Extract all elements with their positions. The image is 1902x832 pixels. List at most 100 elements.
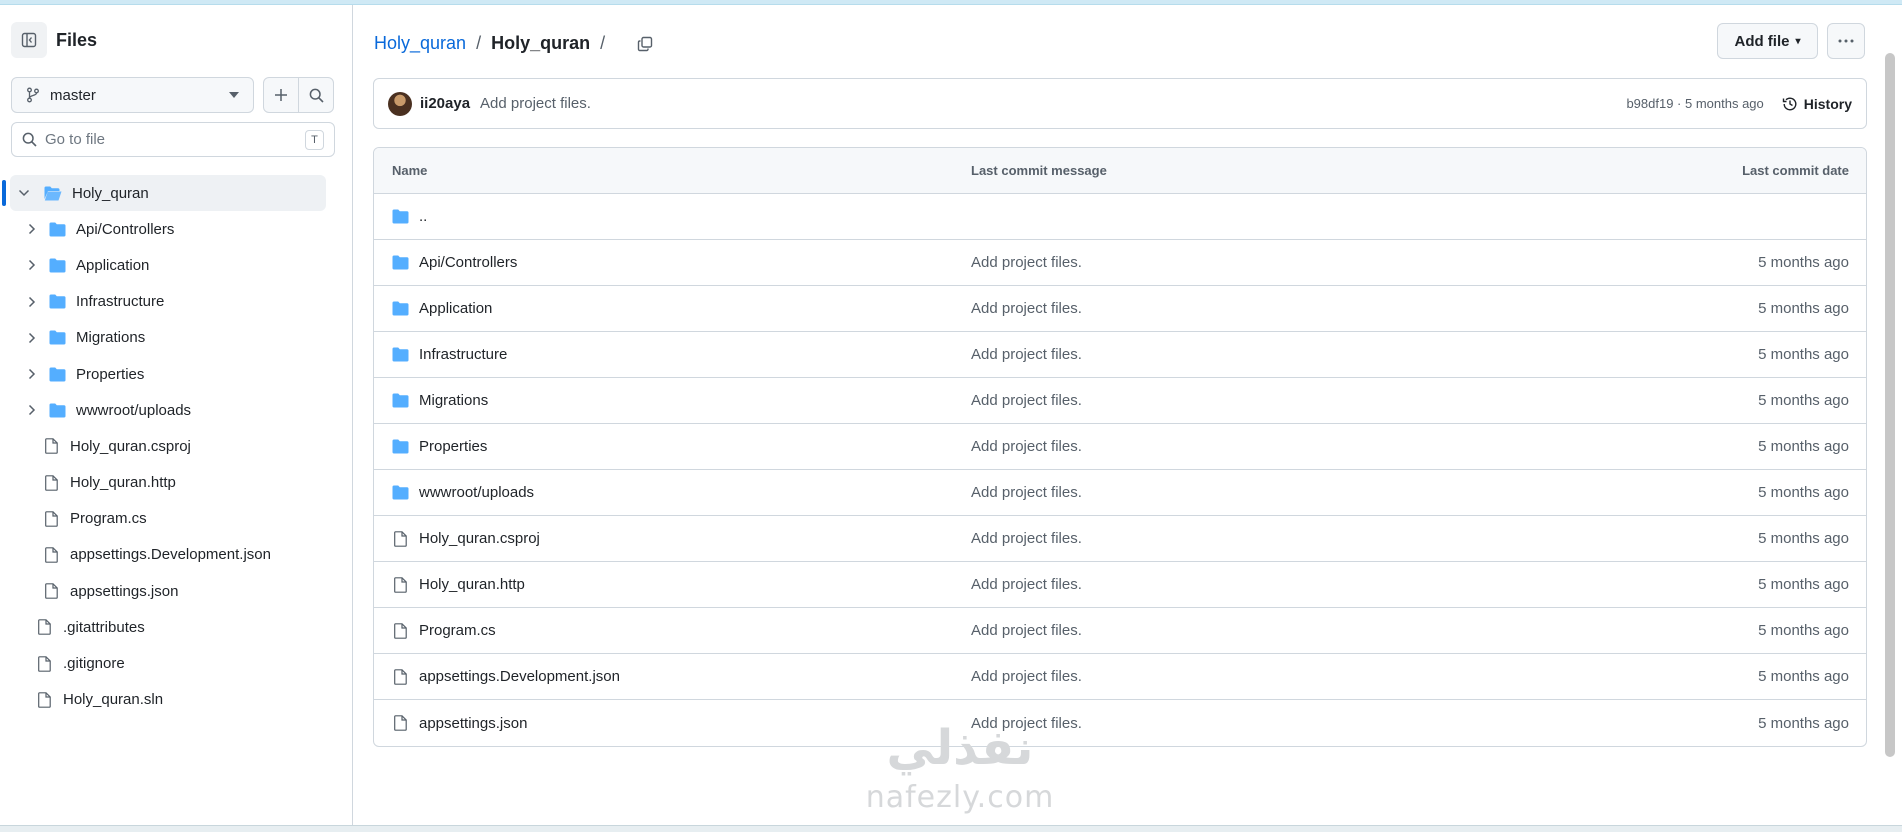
- tree-file-item[interactable]: Holy_quran.sln: [0, 682, 353, 718]
- branch-selector[interactable]: master: [11, 77, 254, 113]
- chevron-right-icon[interactable]: [24, 259, 40, 271]
- tree-file-item[interactable]: .gitignore: [0, 645, 353, 681]
- chevron-down-icon[interactable]: [16, 189, 32, 197]
- copy-path-button[interactable]: [637, 36, 653, 52]
- tree-file-item[interactable]: Holy_quran.csproj: [0, 428, 353, 464]
- tree-folder-item[interactable]: Api/Controllers: [0, 211, 353, 247]
- folder-icon: [392, 439, 409, 454]
- row-commit-message[interactable]: Add project files.: [971, 300, 1566, 317]
- git-branch-icon: [27, 87, 39, 103]
- row-name-link[interactable]: Infrastructure: [419, 346, 507, 363]
- tree-item-label: .gitignore: [63, 655, 125, 673]
- tree-item-label: .gitattributes: [63, 618, 145, 636]
- history-button[interactable]: History: [1782, 96, 1852, 112]
- row-name-link[interactable]: wwwroot/uploads: [419, 484, 534, 501]
- tree-folder-item[interactable]: wwwroot/uploads: [0, 392, 353, 428]
- row-name-link[interactable]: Application: [419, 300, 492, 317]
- chevron-right-icon[interactable]: [24, 368, 40, 380]
- row-name-link[interactable]: appsettings.json: [419, 715, 527, 732]
- row-commit-message[interactable]: Add project files.: [971, 346, 1566, 363]
- tree-file-item[interactable]: Program.cs: [0, 501, 353, 537]
- chevron-right-icon[interactable]: [24, 332, 40, 344]
- row-commit-message[interactable]: Add project files.: [971, 254, 1566, 271]
- branch-name: master: [50, 86, 96, 104]
- commit-message[interactable]: Add project files.: [480, 95, 1626, 112]
- collapse-sidebar-button[interactable]: [11, 22, 47, 58]
- page-scrollbar[interactable]: [1885, 53, 1895, 757]
- latest-commit-bar: ii20aya Add project files. b98df19 · 5 m…: [373, 78, 1867, 129]
- row-commit-message[interactable]: Add project files.: [971, 668, 1566, 685]
- file-icon: [37, 655, 51, 672]
- tree-item-label: Program.cs: [70, 510, 147, 528]
- chevron-right-icon[interactable]: [24, 296, 40, 308]
- tree-file-item[interactable]: Holy_quran.http: [0, 465, 353, 501]
- table-row: Properties Add project files. 5 months ago: [374, 424, 1866, 470]
- add-file-button[interactable]: Add file ▾: [1717, 23, 1818, 59]
- tree-folder-item[interactable]: Properties: [0, 356, 353, 392]
- parent-directory-row[interactable]: ..: [374, 194, 1866, 240]
- tree-item-label: appsettings.json: [70, 582, 179, 600]
- tree-folder-item[interactable]: Migrations: [0, 320, 353, 356]
- avatar[interactable]: [388, 91, 412, 116]
- file-icon: [44, 474, 58, 491]
- row-commit-message[interactable]: Add project files.: [971, 530, 1566, 547]
- folder-icon: [49, 403, 65, 418]
- tree-item-label: appsettings.Development.json: [70, 546, 271, 564]
- row-commit-message[interactable]: Add project files.: [971, 484, 1566, 501]
- commit-author[interactable]: ii20aya: [420, 95, 470, 112]
- file-icon: [392, 530, 409, 547]
- folder-icon: [392, 209, 409, 224]
- folder-icon: [392, 485, 409, 500]
- row-name-link[interactable]: Program.cs: [419, 622, 496, 639]
- file-icon: [44, 438, 58, 455]
- folder-icon: [49, 222, 65, 237]
- folder-icon: [46, 222, 68, 237]
- row-commit-date: 5 months ago: [1758, 530, 1849, 547]
- tree-folder-item[interactable]: Infrastructure: [0, 284, 353, 320]
- breadcrumb-root-link[interactable]: Holy_quran: [374, 33, 466, 54]
- column-header-date: Last commit date: [1742, 163, 1849, 178]
- more-options-button[interactable]: [1827, 23, 1865, 59]
- row-name-link[interactable]: Holy_quran.http: [419, 576, 525, 593]
- row-commit-message[interactable]: Add project files.: [971, 438, 1566, 455]
- search-files-button[interactable]: [298, 77, 334, 113]
- row-name-link[interactable]: Api/Controllers: [419, 254, 517, 271]
- row-name-link[interactable]: appsettings.Development.json: [419, 668, 620, 685]
- file-icon: [394, 530, 407, 547]
- tree-item-label: Holy_quran.csproj: [70, 437, 191, 455]
- file-icon: [44, 510, 58, 527]
- file-icon: [40, 547, 62, 563]
- table-row: Infrastructure Add project files. 5 months…: [374, 332, 1866, 378]
- search-icon: [309, 88, 324, 103]
- tree-folder-item[interactable]: Application: [0, 247, 353, 283]
- tree-file-item[interactable]: appsettings.Development.json: [0, 537, 353, 573]
- row-name-link[interactable]: Migrations: [419, 392, 488, 409]
- kebab-horizontal-icon: [1838, 39, 1854, 43]
- row-commit-message[interactable]: Add project files.: [971, 392, 1566, 409]
- tree-item-label: Holy_quran.http: [70, 474, 176, 492]
- folder-icon: [49, 294, 65, 309]
- table-header: Name Last commit message Last commit dat…: [374, 148, 1866, 194]
- chevron-right-icon[interactable]: [24, 404, 40, 416]
- folder-icon: [42, 186, 64, 201]
- tree-file-item[interactable]: .gitattributes: [0, 609, 353, 645]
- breadcrumb-current: Holy_quran: [491, 33, 591, 53]
- go-to-file-field[interactable]: T: [11, 122, 335, 157]
- tree-folder-item[interactable]: Holy_quran: [2, 175, 326, 212]
- folder-icon: [46, 367, 68, 382]
- add-file-sidebar-button[interactable]: [263, 77, 299, 113]
- row-name-link[interactable]: Holy_quran.csproj: [419, 530, 540, 547]
- chevron-right-icon[interactable]: [24, 223, 40, 235]
- row-commit-message[interactable]: Add project files.: [971, 622, 1566, 639]
- table-row: Holy_quran.http Add project files. 5 month…: [374, 562, 1866, 608]
- parent-directory-link[interactable]: ..: [419, 208, 427, 225]
- row-commit-message[interactable]: Add project files.: [971, 715, 1566, 732]
- commit-meta[interactable]: b98df19 · 5 months ago: [1626, 96, 1763, 111]
- row-commit-message[interactable]: Add project files.: [971, 576, 1566, 593]
- search-icon: [22, 132, 37, 147]
- go-to-file-input[interactable]: [45, 131, 305, 148]
- tree-file-item[interactable]: appsettings.json: [0, 573, 353, 609]
- row-name-link[interactable]: Properties: [419, 438, 487, 455]
- tree-item-label: Application: [76, 256, 150, 274]
- folder-icon: [392, 255, 409, 270]
